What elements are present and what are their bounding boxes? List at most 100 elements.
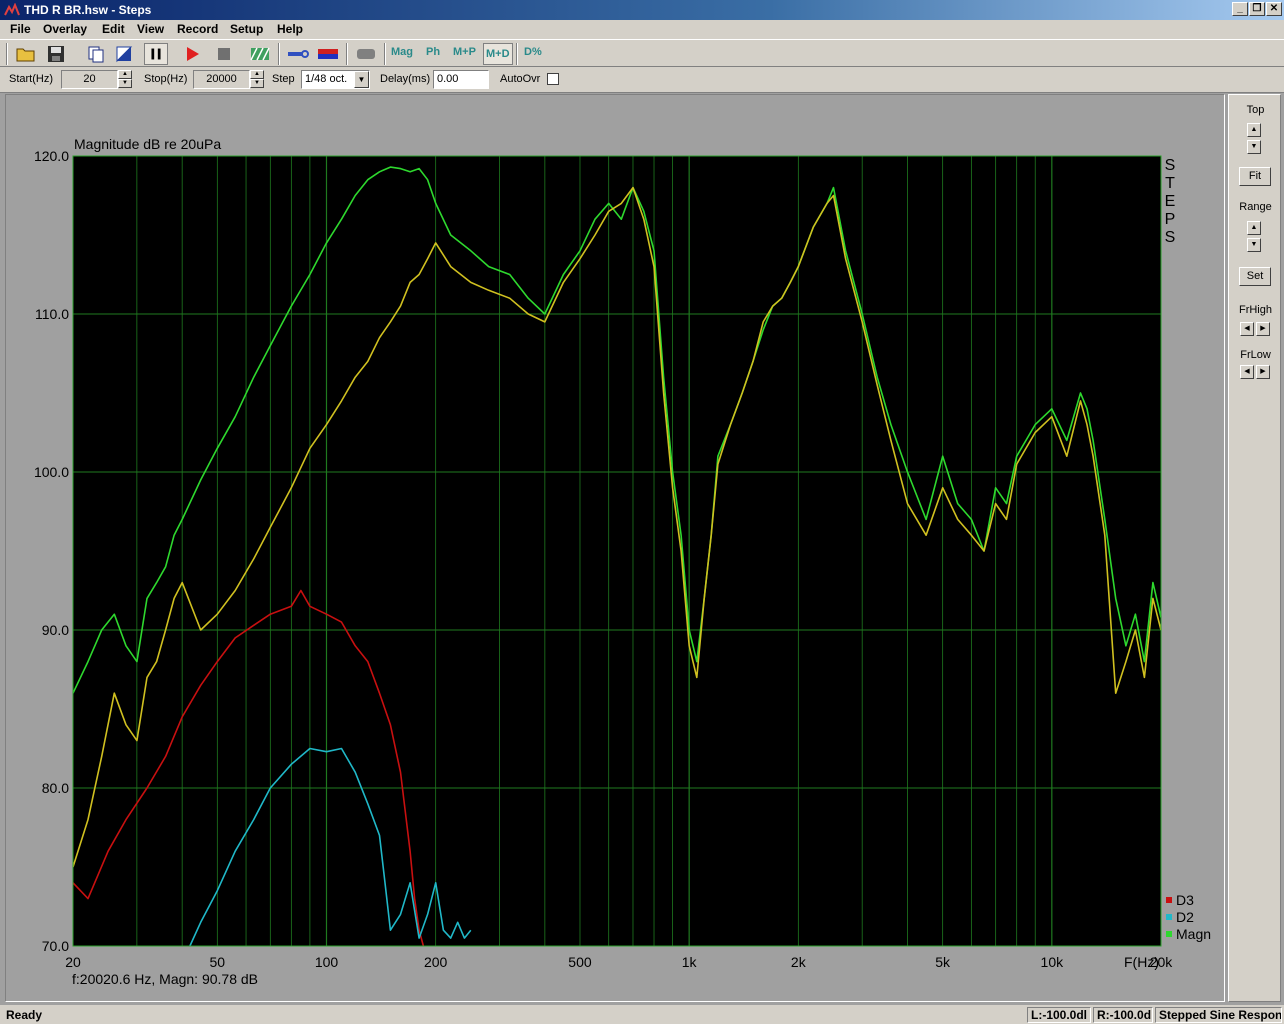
plot-area[interactable]: Magnitude dB re 20uPa 120.0 110.0 100.0 90.… bbox=[5, 94, 1225, 1002]
toolbar-separator bbox=[516, 43, 518, 65]
cursor-readout: f:20020.6 Hz, Magn: 90.78 dB bbox=[72, 971, 258, 987]
legend-label-magn: Magn bbox=[1176, 926, 1211, 942]
frlow-label: FrLow bbox=[1240, 349, 1271, 361]
invert-icon[interactable] bbox=[112, 43, 136, 65]
legend-swatch-d3 bbox=[1166, 897, 1172, 903]
legend-swatch-magn bbox=[1166, 931, 1172, 937]
spin-down-icon[interactable]: ▼ bbox=[250, 79, 264, 88]
toolbar-separator bbox=[346, 43, 348, 65]
fit-button[interactable]: Fit bbox=[1239, 167, 1271, 186]
stop-spinner[interactable]: ▲ ▼ bbox=[250, 70, 264, 89]
side-label-letter: S bbox=[1165, 229, 1176, 246]
x-tick-label: 200 bbox=[424, 954, 448, 970]
y-tick-label: 80.0 bbox=[42, 780, 69, 796]
autoovr-label: AutoOvr bbox=[500, 73, 541, 85]
toolbar-separator bbox=[6, 43, 8, 65]
step-label: Step bbox=[272, 73, 295, 85]
close-button[interactable]: ✕ bbox=[1266, 2, 1282, 16]
menu-setup[interactable]: Setup bbox=[230, 22, 263, 36]
start-spinner[interactable]: ▲ ▼ bbox=[118, 70, 132, 89]
x-tick-label: 500 bbox=[568, 954, 592, 970]
pause-icon[interactable] bbox=[144, 43, 168, 65]
stop-label: Stop(Hz) bbox=[144, 73, 188, 85]
status-bar: Ready L:-100.0dl R:-100.0d Stepped Sine … bbox=[0, 1005, 1284, 1024]
step-value: 1/48 oct. bbox=[305, 73, 348, 85]
side-label-letter: T bbox=[1165, 175, 1175, 192]
menu-bar: File Overlay Edit View Record Setup Help bbox=[0, 20, 1284, 39]
set-button[interactable]: Set bbox=[1239, 267, 1271, 286]
phase-button[interactable]: Ph bbox=[426, 46, 440, 58]
stop-icon[interactable] bbox=[212, 43, 236, 65]
x-tick-label: 20 bbox=[65, 954, 81, 970]
status-right-level: R:-100.0d bbox=[1093, 1007, 1153, 1023]
spin-up-icon[interactable]: ▲ bbox=[118, 70, 132, 79]
title-bar: THD R BR.hsw - Steps _ ❐ ✕ bbox=[0, 0, 1284, 20]
menu-overlay[interactable]: Overlay bbox=[43, 22, 87, 36]
frlow-left-button[interactable]: ◀ bbox=[1240, 365, 1254, 379]
plot-background bbox=[73, 156, 1161, 946]
status-left-level: L:-100.0dl bbox=[1027, 1007, 1091, 1023]
x-tick-label: 10k bbox=[1041, 954, 1065, 970]
y-axis-label: Magnitude dB re 20uPa bbox=[74, 136, 221, 152]
x-tick-label: 100 bbox=[315, 954, 339, 970]
x-ticks: 20 50 100 200 500 1k 2k 5k 10k 20k bbox=[65, 954, 1173, 970]
top-label: Top bbox=[1246, 104, 1265, 116]
top-down-button[interactable]: ▼ bbox=[1247, 140, 1261, 154]
delay-label: Delay(ms) bbox=[380, 73, 431, 85]
y-ticks: 120.0 110.0 100.0 90.0 80.0 70.0 bbox=[34, 148, 69, 954]
save-icon[interactable] bbox=[44, 43, 68, 65]
probe-icon[interactable] bbox=[286, 43, 310, 65]
menu-help[interactable]: Help bbox=[277, 22, 303, 36]
start-label: Start(Hz) bbox=[9, 73, 53, 85]
y-tick-label: 70.0 bbox=[42, 938, 69, 954]
x-tick-label: 1k bbox=[682, 954, 698, 970]
parameters-bar: Start(Hz) 20 ▲ ▼ Stop(Hz) 20000 ▲ ▼ Step 1… bbox=[0, 67, 1284, 93]
pattern-icon[interactable] bbox=[248, 43, 272, 65]
frhigh-left-button[interactable]: ◀ bbox=[1240, 322, 1254, 336]
delay-field[interactable]: 0.00 bbox=[433, 70, 489, 89]
status-text: Ready bbox=[6, 1008, 43, 1022]
mag-phase-button[interactable]: M+P bbox=[453, 46, 476, 58]
restore-button[interactable]: ❐ bbox=[1249, 2, 1265, 16]
side-label: STEPS bbox=[1165, 157, 1176, 246]
range-label: Range bbox=[1239, 201, 1272, 213]
side-label-letter: S bbox=[1165, 157, 1176, 174]
menu-file[interactable]: File bbox=[10, 22, 31, 36]
frhigh-label: FrHigh bbox=[1238, 304, 1272, 316]
mag-distortion-button[interactable]: M+D bbox=[483, 43, 513, 65]
app-icon bbox=[4, 3, 20, 16]
range-down-button[interactable]: ▼ bbox=[1247, 238, 1261, 252]
frlow-right-button[interactable]: ▶ bbox=[1256, 365, 1270, 379]
y-tick-label: 110.0 bbox=[35, 306, 69, 322]
x-tick-label: 2k bbox=[791, 954, 807, 970]
copy-icon[interactable] bbox=[84, 43, 108, 65]
frhigh-right-button[interactable]: ▶ bbox=[1256, 322, 1270, 336]
play-icon[interactable] bbox=[180, 43, 204, 65]
legend-swatch-d2 bbox=[1166, 914, 1172, 920]
start-field[interactable]: 20 bbox=[61, 70, 118, 89]
y-tick-label: 120.0 bbox=[34, 148, 69, 164]
overlay-icon[interactable] bbox=[354, 43, 378, 65]
mag-button[interactable]: Mag bbox=[391, 46, 413, 58]
minimize-button[interactable]: _ bbox=[1232, 2, 1248, 16]
range-up-button[interactable]: ▲ bbox=[1247, 221, 1261, 235]
menu-record[interactable]: Record bbox=[177, 22, 218, 36]
open-folder-icon[interactable] bbox=[14, 43, 38, 65]
menu-view[interactable]: View bbox=[137, 22, 164, 36]
window-title: THD R BR.hsw - Steps bbox=[24, 3, 152, 17]
autoovr-checkbox[interactable] bbox=[547, 73, 559, 85]
menu-edit[interactable]: Edit bbox=[102, 22, 125, 36]
stop-field[interactable]: 20000 bbox=[193, 70, 250, 89]
y-tick-label: 90.0 bbox=[42, 622, 69, 638]
spin-down-icon[interactable]: ▼ bbox=[118, 79, 132, 88]
channels-icon[interactable] bbox=[316, 43, 340, 65]
chart: Magnitude dB re 20uPa 120.0 110.0 100.0 90.… bbox=[34, 136, 1211, 987]
top-up-button[interactable]: ▲ bbox=[1247, 123, 1261, 137]
legend: D3D2Magn bbox=[1166, 892, 1211, 942]
spin-up-icon[interactable]: ▲ bbox=[250, 70, 264, 79]
legend-label-d3: D3 bbox=[1176, 892, 1194, 908]
dropdown-arrow-icon[interactable]: ▼ bbox=[354, 71, 369, 88]
step-select[interactable]: 1/48 oct. ▼ bbox=[301, 70, 370, 89]
side-label-letter: E bbox=[1165, 193, 1176, 210]
distortion-percent-button[interactable]: D% bbox=[524, 46, 542, 58]
